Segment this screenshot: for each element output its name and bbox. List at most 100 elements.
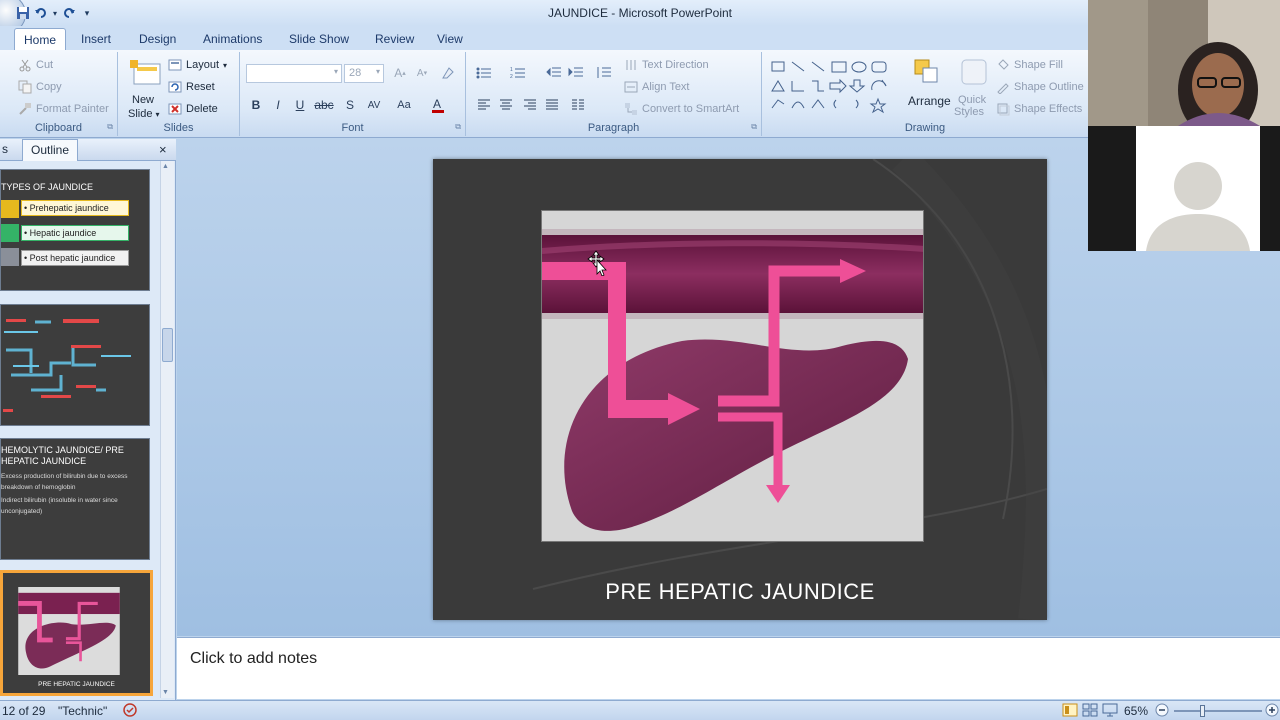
bold-icon[interactable]: B bbox=[246, 96, 266, 114]
spell-check-icon[interactable] bbox=[122, 702, 138, 720]
decrease-indent-icon[interactable] bbox=[544, 64, 564, 82]
align-left-icon[interactable] bbox=[474, 96, 494, 114]
columns-icon[interactable] bbox=[568, 96, 588, 114]
zoom-in-icon[interactable] bbox=[1264, 702, 1280, 720]
notes-placeholder[interactable]: Click to add notes bbox=[190, 650, 317, 668]
align-center-icon[interactable] bbox=[496, 96, 516, 114]
format-painter-button[interactable]: Format Painter bbox=[18, 102, 109, 116]
quick-styles-label-2: Styles bbox=[954, 106, 984, 118]
layout-button[interactable]: Layout ▾ bbox=[168, 58, 227, 72]
close-icon[interactable]: × bbox=[159, 142, 167, 157]
shape-effects-icon bbox=[996, 102, 1010, 116]
font-group: ▾ 28 ▾ A ▴ A ▾ B I U abc S AV Aa A Font ⧉ bbox=[240, 52, 466, 136]
font-size-combo[interactable]: 28 ▾ bbox=[344, 64, 384, 83]
paragraph-group: 12 Text Direction Align Text Convert to … bbox=[466, 52, 762, 136]
paragraph-launcher-icon[interactable]: ⧉ bbox=[751, 122, 757, 132]
thumb-text: Indirect bilirubin (insoluble in water s… bbox=[1, 497, 118, 515]
slide-thumbnail-selected[interactable]: PRE HEPATIC JAUNDICE bbox=[0, 570, 153, 696]
scroll-up-icon[interactable]: ▲ bbox=[162, 163, 169, 170]
normal-view-icon[interactable] bbox=[1062, 703, 1078, 720]
shrink-font-icon[interactable]: A ▾ bbox=[412, 64, 432, 82]
reset-icon bbox=[168, 80, 182, 94]
strikethrough-icon[interactable]: abc bbox=[314, 96, 334, 114]
slide-thumbnail[interactable]: TYPES OF JAUNDICE • Prehepatic jaundice … bbox=[0, 169, 150, 291]
copy-button[interactable]: Copy bbox=[18, 80, 62, 94]
clipboard-launcher-icon[interactable]: ⧉ bbox=[107, 122, 113, 132]
chevron-down-icon: ▾ bbox=[333, 67, 338, 76]
flow-diagram-thumbnail bbox=[3, 319, 131, 412]
delete-button[interactable]: Delete bbox=[168, 102, 218, 116]
quick-styles-button[interactable]: Quick Styles bbox=[954, 56, 994, 118]
character-spacing-icon[interactable]: AV bbox=[364, 96, 384, 114]
slide-canvas[interactable]: PRE HEPATIC JAUNDICE bbox=[433, 159, 1047, 620]
slide-title[interactable]: PRE HEPATIC JAUNDICE bbox=[433, 579, 1047, 605]
tab-view[interactable]: View bbox=[428, 30, 472, 50]
slide-show-view-icon[interactable] bbox=[1102, 703, 1118, 720]
shape-outline-button[interactable]: Shape Outline bbox=[996, 80, 1084, 95]
slide-thumbnail[interactable] bbox=[0, 304, 150, 426]
chevron-marker bbox=[1, 224, 19, 242]
clipboard-label: Clipboard bbox=[34, 122, 83, 134]
tab-home[interactable]: Home bbox=[14, 28, 67, 50]
shape-effects-button[interactable]: Shape Effects bbox=[996, 102, 1082, 116]
slide-thumbnail[interactable]: HEMOLYTIC JAUNDICE/ PRE HEPATIC JAUNDICE… bbox=[0, 438, 150, 560]
slide-sorter-view-icon[interactable] bbox=[1082, 703, 1098, 720]
scissors-icon bbox=[18, 58, 32, 72]
numbering-icon[interactable]: 12 bbox=[508, 64, 528, 82]
grow-font-icon[interactable]: A ▴ bbox=[390, 64, 410, 82]
shapes-gallery[interactable] bbox=[768, 56, 902, 118]
zoom-level[interactable]: 65% bbox=[1124, 704, 1148, 718]
reset-button[interactable]: Reset bbox=[168, 80, 215, 94]
bullets-icon[interactable] bbox=[474, 64, 494, 82]
paint-bucket-icon bbox=[996, 58, 1010, 72]
tab-slides[interactable]: s bbox=[2, 142, 8, 156]
scroll-down-icon[interactable]: ▼ bbox=[162, 689, 169, 696]
smartart-icon bbox=[624, 102, 638, 116]
font-launcher-icon[interactable]: ⧉ bbox=[455, 122, 461, 132]
text-shadow-icon[interactable]: S bbox=[340, 96, 360, 114]
change-case-icon[interactable]: Aa bbox=[394, 96, 414, 114]
zoom-out-icon[interactable] bbox=[1154, 702, 1170, 720]
tab-outline[interactable]: Outline bbox=[22, 139, 79, 161]
tab-review[interactable]: Review bbox=[366, 30, 423, 50]
italic-icon[interactable]: I bbox=[268, 96, 288, 114]
cut-button[interactable]: Cut bbox=[18, 58, 53, 72]
underline-icon[interactable]: U bbox=[290, 96, 310, 114]
scroll-thumb[interactable] bbox=[162, 328, 173, 362]
new-slide-button[interactable]: New Slide ▾ bbox=[126, 56, 168, 120]
increase-indent-icon[interactable] bbox=[566, 64, 586, 82]
arrange-button[interactable]: Arrange bbox=[908, 56, 951, 116]
tab-design[interactable]: Design bbox=[130, 30, 185, 50]
thumb-item: • Prehepatic jaundice bbox=[21, 200, 129, 216]
line-spacing-icon[interactable] bbox=[594, 64, 614, 82]
slides-group: New Slide ▾ Layout ▾ Reset Delete Slides bbox=[118, 52, 240, 136]
shape-fill-button[interactable]: Shape Fill bbox=[996, 58, 1063, 72]
cut-label: Cut bbox=[36, 59, 54, 71]
tab-insert[interactable]: Insert bbox=[72, 30, 120, 50]
theme-name: "Technic" bbox=[58, 704, 108, 718]
slides-label: Slides bbox=[163, 122, 194, 134]
zoom-slider[interactable] bbox=[1174, 705, 1262, 717]
convert-smartart-button[interactable]: Convert to SmartArt bbox=[624, 102, 739, 116]
status-bar: 12 of 29 "Technic" 65% bbox=[0, 700, 1280, 720]
font-name-combo[interactable]: ▾ bbox=[246, 64, 342, 83]
text-direction-button[interactable]: Text Direction bbox=[624, 58, 709, 72]
delete-icon bbox=[168, 102, 182, 116]
thumb-text: Excess production of bilirubin due to ex… bbox=[1, 473, 128, 491]
zoom-slider-thumb[interactable] bbox=[1200, 705, 1205, 717]
new-slide-label-2: Slide bbox=[128, 108, 153, 120]
tab-slide-show[interactable]: Slide Show bbox=[280, 30, 358, 50]
paragraph-label: Paragraph bbox=[587, 122, 640, 134]
tab-animations[interactable]: Animations bbox=[194, 30, 271, 50]
align-text-button[interactable]: Align Text bbox=[624, 80, 690, 94]
clear-formatting-icon[interactable] bbox=[438, 64, 458, 82]
layout-icon bbox=[168, 58, 182, 72]
font-color-icon[interactable]: A bbox=[428, 96, 448, 114]
participant-video-tile bbox=[1088, 126, 1280, 251]
layout-label: Layout bbox=[186, 59, 220, 71]
thumbnail-scrollbar[interactable]: ▲ ▼ bbox=[160, 161, 174, 698]
format-painter-label: Format Painter bbox=[36, 103, 109, 115]
notes-pane[interactable]: Click to add notes bbox=[177, 637, 1280, 699]
align-right-icon[interactable] bbox=[520, 96, 540, 114]
justify-icon[interactable] bbox=[542, 96, 562, 114]
